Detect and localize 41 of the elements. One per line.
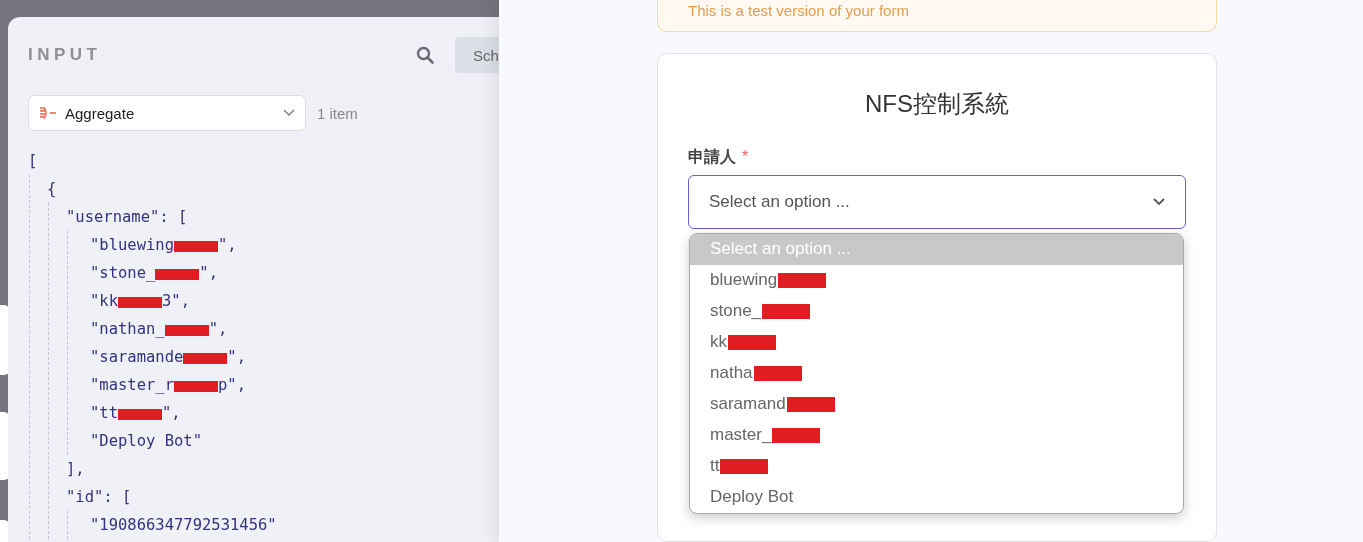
chevron-icon bbox=[1153, 197, 1165, 206]
dropdown-option[interactable]: tt bbox=[690, 450, 1183, 482]
code-line: "id": [ bbox=[66, 487, 132, 508]
dropdown-option[interactable]: natha bbox=[690, 357, 1183, 389]
code-line: "Deploy Bot" bbox=[90, 431, 202, 452]
notice-text: This is a test version of your form bbox=[688, 2, 909, 19]
schema-button[interactable]: Sch bbox=[455, 37, 499, 73]
code-line: "kk bbox=[90, 291, 118, 312]
aggregate-icon bbox=[39, 106, 57, 120]
select-field[interactable]: Select an option ... bbox=[688, 174, 1186, 229]
code-line: ", bbox=[208, 319, 228, 340]
code-line: [ bbox=[28, 151, 38, 172]
code-line: ], bbox=[66, 459, 85, 480]
code-line: ", bbox=[218, 235, 237, 256]
code-line: "master_r bbox=[90, 375, 174, 396]
dropdown-option[interactable]: kk bbox=[690, 326, 1183, 358]
code-line: ", bbox=[162, 403, 181, 424]
code-line: "nathan_ bbox=[90, 319, 165, 340]
panel-title: INPUT bbox=[28, 45, 103, 65]
code-line: "190866347792531456" bbox=[90, 515, 277, 536]
dropdown-option[interactable]: bluewing bbox=[690, 264, 1183, 296]
code-line: 3", bbox=[162, 291, 190, 312]
item-count: 1 item bbox=[317, 104, 358, 122]
dropdown-option[interactable]: stone_ bbox=[690, 295, 1183, 327]
chevron-icon bbox=[283, 109, 295, 117]
code-line: "saramande bbox=[90, 347, 184, 368]
dropdown-option[interactable]: master_ bbox=[690, 419, 1183, 451]
required-mark: * bbox=[742, 147, 749, 165]
dropdown-option[interactable]: saramand bbox=[690, 388, 1183, 420]
form-title: NFS控制系統 bbox=[864, 88, 1010, 119]
code-line: "username": [ bbox=[66, 207, 188, 228]
code-line: "bluewing bbox=[90, 235, 174, 256]
search-icon[interactable] bbox=[416, 46, 434, 64]
code-line: "tt bbox=[90, 403, 118, 424]
code-line: ", bbox=[199, 263, 218, 284]
node-select[interactable]: Aggregate bbox=[28, 95, 306, 131]
code-line: ", bbox=[227, 347, 246, 368]
field-label: 申請人 bbox=[688, 147, 736, 165]
dropdown-option[interactable]: Deploy Bot bbox=[690, 481, 1183, 513]
code-line: { bbox=[47, 179, 57, 200]
code-line: p", bbox=[218, 375, 246, 396]
